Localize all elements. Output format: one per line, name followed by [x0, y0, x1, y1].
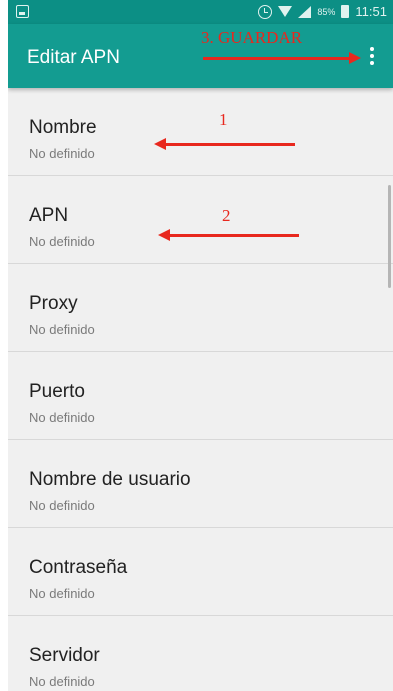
- annotation-step-2: 2: [222, 206, 231, 225]
- item-title: Proxy: [29, 293, 78, 314]
- annotation-arrow-1: [154, 138, 295, 150]
- item-title: Contraseña: [29, 557, 128, 578]
- list-item-nombre-de-usuario[interactable]: Nombre de usuario No definido: [8, 440, 393, 528]
- item-title: Puerto: [29, 381, 85, 402]
- list-item-proxy[interactable]: Proxy No definido: [8, 264, 393, 352]
- toolbar-title: Editar APN: [27, 47, 120, 68]
- item-value: No definido: [29, 322, 95, 337]
- item-value: No definido: [29, 498, 95, 513]
- annotation-save-text: 3. GUARDAR: [201, 28, 303, 47]
- item-title: Nombre de usuario: [29, 469, 191, 490]
- list-item-apn[interactable]: APN No definido: [8, 176, 393, 264]
- screenshot-icon: [16, 5, 29, 18]
- scrollbar[interactable]: [388, 185, 391, 288]
- wifi-icon: [278, 6, 293, 17]
- item-value: No definido: [29, 586, 95, 601]
- status-time: 11:51: [355, 4, 387, 19]
- alarm-icon: [258, 4, 273, 19]
- status-icons: 85% 11:51: [258, 4, 387, 19]
- list-item-nombre[interactable]: Nombre No definido: [8, 88, 393, 176]
- signal-icon: [298, 5, 312, 18]
- annotation-arrow-2: [158, 229, 299, 241]
- status-bar: 85% 11:51: [8, 0, 393, 24]
- item-title: Nombre: [29, 117, 97, 138]
- screen: 85% 11:51 Editar APN Nombre No definido …: [8, 0, 393, 691]
- item-value: No definido: [29, 674, 95, 689]
- list-item-servidor[interactable]: Servidor No definido: [8, 616, 393, 691]
- item-title: Servidor: [29, 645, 100, 666]
- more-vert-icon[interactable]: [365, 44, 379, 68]
- annotation-step-1: 1: [219, 110, 228, 129]
- item-title: APN: [29, 205, 69, 226]
- battery-percent: 85%: [317, 6, 336, 17]
- battery-icon: [341, 5, 350, 18]
- list-item-puerto[interactable]: Puerto No definido: [8, 352, 393, 440]
- item-value: No definido: [29, 410, 95, 425]
- list-item-contrasena[interactable]: Contraseña No definido: [8, 528, 393, 616]
- apn-settings-list: Nombre No definido APN No definido Proxy…: [8, 88, 393, 691]
- annotation-arrow-save: [203, 52, 361, 64]
- item-value: No definido: [29, 146, 95, 161]
